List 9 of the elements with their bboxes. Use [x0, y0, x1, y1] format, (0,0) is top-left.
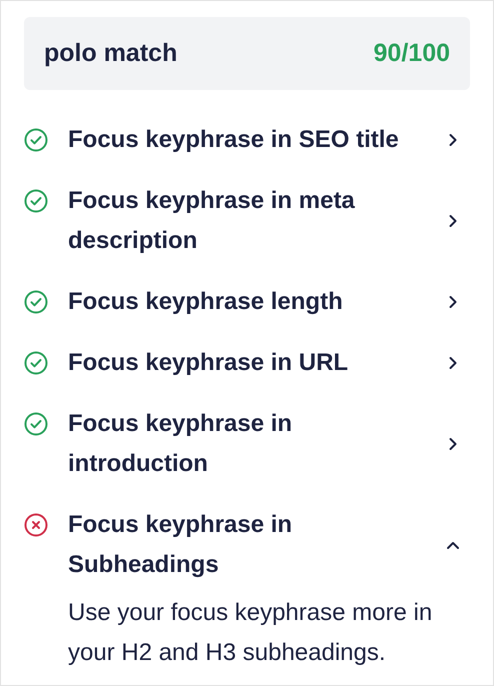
check-title[interactable]: Focus keyphrase in meta description: [68, 181, 413, 261]
score-text: 90/100: [374, 39, 450, 68]
check-title[interactable]: Focus keyphrase in introduction: [68, 404, 413, 484]
check-description: Use your focus keyphrase more in your H2 and H3 subheadings.: [68, 598, 434, 668]
check-title[interactable]: Focus keyphrase in URL: [68, 343, 413, 383]
keyphrase-text: polo match: [44, 39, 178, 68]
check-title[interactable]: Focus keyphrase in Subheadings: [68, 505, 413, 585]
check-title[interactable]: Focus keyphrase in SEO title: [68, 120, 413, 160]
check-title[interactable]: Focus keyphrase length: [68, 282, 413, 322]
